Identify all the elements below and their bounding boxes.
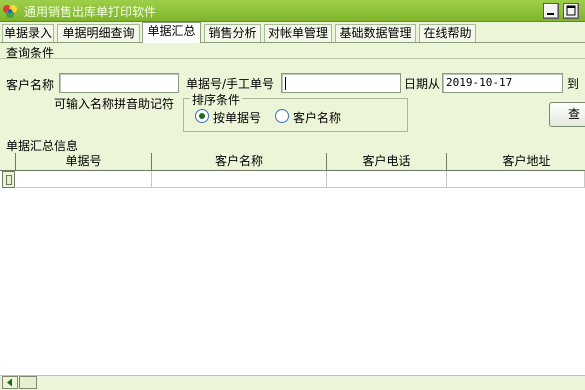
scroll-left-button[interactable] <box>2 376 18 389</box>
search-button[interactable]: 查 <box>549 102 585 127</box>
doc-number-label: 单据号/手工单号 <box>186 77 275 91</box>
app-logo-icon <box>2 3 18 19</box>
date-to-label: 到 <box>567 77 580 91</box>
doc-number-input[interactable] <box>281 73 401 93</box>
table-cell[interactable] <box>16 171 152 188</box>
horizontal-scrollbar[interactable] <box>0 375 585 390</box>
arrow-left-icon <box>7 378 12 387</box>
grid-corner-header <box>0 153 16 171</box>
sort-by-customer-radio[interactable] <box>275 109 289 123</box>
sort-options-title: 排序条件 <box>190 91 243 108</box>
table-cell[interactable] <box>152 171 327 188</box>
tab-document-entry[interactable]: 单据录入 <box>2 24 54 42</box>
text-caret <box>285 77 286 90</box>
sort-by-doc-number-label[interactable]: 按单据号 <box>213 109 261 126</box>
minimize-button[interactable] <box>543 3 559 19</box>
column-header-doc-number[interactable]: 单据号 <box>16 153 152 171</box>
maximize-button[interactable] <box>563 3 579 19</box>
tab-basic-data-management[interactable]: 基础数据管理 <box>335 24 416 42</box>
minimize-icon <box>547 13 554 15</box>
tab-sales-analysis[interactable]: 销售分析 <box>204 24 261 42</box>
row-pointer-icon <box>6 175 12 185</box>
date-from-input[interactable]: 2019-10-17 <box>442 73 563 93</box>
sort-by-customer-label[interactable]: 客户名称 <box>293 109 341 126</box>
customer-name-input[interactable] <box>59 73 179 93</box>
column-header-customer-name[interactable]: 客户名称 <box>152 153 327 171</box>
table-cell[interactable] <box>327 171 447 188</box>
row-selector[interactable] <box>2 171 15 188</box>
column-header-customer-phone[interactable]: 客户电话 <box>327 153 447 171</box>
sort-by-doc-number-radio[interactable] <box>195 109 209 123</box>
customer-name-label: 客户名称 <box>6 78 55 92</box>
scroll-thumb[interactable] <box>19 376 37 389</box>
date-from-label: 日期从 <box>404 77 441 91</box>
results-section-title: 单据汇总信息 <box>6 139 79 153</box>
maximize-icon <box>566 5 576 16</box>
radio-selected-dot <box>199 113 205 119</box>
tab-statement-management[interactable]: 对帐单管理 <box>264 24 332 42</box>
tab-divider <box>0 42 585 43</box>
tab-document-summary[interactable]: 单据汇总 <box>142 22 201 43</box>
tab-document-detail-query[interactable]: 单据明细查询 <box>57 24 140 42</box>
tab-online-help[interactable]: 在线帮助 <box>419 24 476 42</box>
window-title: 通用销售出库单打印软件 <box>24 5 157 19</box>
table-cell[interactable] <box>447 171 585 188</box>
query-section-divider <box>0 58 585 59</box>
customer-hint-text: 可输入名称拼音助记符 <box>54 97 175 111</box>
column-header-customer-address[interactable]: 客户地址 <box>447 153 585 171</box>
